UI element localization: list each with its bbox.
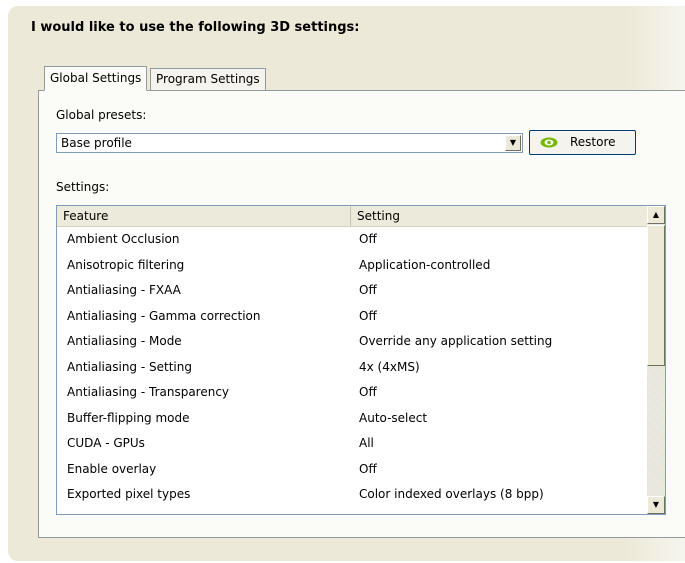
setting-cell: Application-controlled — [359, 257, 491, 272]
feature-cell: Antialiasing - FXAA — [67, 283, 181, 297]
list-header: Feature Setting — [57, 206, 647, 227]
global-presets-dropdown[interactable]: Base profile ▼ — [56, 133, 523, 153]
setting-cell: Off — [359, 385, 377, 399]
scroll-down-icon[interactable]: ▼ — [647, 496, 665, 514]
table-row[interactable]: Antialiasing - Setting 4x (4xMS) — [57, 355, 647, 380]
feature-cell: Enable overlay — [67, 461, 157, 476]
table-row[interactable]: Antialiasing - Mode Override any applica… — [57, 329, 647, 354]
setting-cell: Auto-select — [359, 410, 428, 425]
vertical-scrollbar[interactable]: ▲ ▼ — [647, 206, 665, 514]
tab-program-settings[interactable]: Program Settings — [150, 68, 266, 90]
restore-button-label: Restore — [570, 135, 616, 149]
setting-cell: Off — [359, 461, 377, 476]
tab-global-settings[interactable]: Global Settings — [44, 66, 148, 91]
feature-cell: Antialiasing - Setting — [67, 359, 192, 374]
table-row[interactable]: CUDA - GPUs All — [57, 431, 647, 456]
feature-cell: Antialiasing - Mode — [67, 334, 182, 348]
settings-list[interactable]: Feature Setting Ambient Occlusion Off An… — [56, 205, 666, 515]
restore-button[interactable]: Restore — [529, 130, 636, 155]
feature-cell: Ambient Occlusion — [67, 232, 180, 246]
page-title: I would like to use the following 3D set… — [31, 20, 360, 35]
column-header-setting[interactable]: Setting — [351, 206, 647, 226]
chevron-down-icon[interactable]: ▼ — [505, 135, 521, 151]
global-presets-label: Global presets: — [56, 108, 147, 122]
table-row[interactable]: Exported pixel types Color indexed overl… — [57, 482, 647, 507]
setting-cell: Off — [359, 308, 377, 323]
setting-cell: Color indexed overlays (8 bpp) — [359, 487, 544, 501]
scrollbar-thumb[interactable] — [647, 225, 665, 366]
setting-cell: Off — [359, 283, 377, 297]
table-row[interactable]: Buffer-flipping mode Auto-select — [57, 406, 647, 431]
table-row[interactable]: Enable overlay Off — [57, 457, 647, 482]
global-presets-value: Base profile — [61, 136, 132, 150]
table-row[interactable]: Anisotropic filtering Application-contro… — [57, 253, 647, 278]
table-row[interactable]: Antialiasing - Gamma correction Off — [57, 304, 647, 329]
feature-cell: Buffer-flipping mode — [67, 410, 190, 425]
column-header-feature[interactable]: Feature — [57, 206, 351, 226]
nvidia-eye-icon — [540, 137, 558, 148]
setting-cell: All — [359, 436, 374, 450]
feature-cell: CUDA - GPUs — [67, 436, 145, 450]
setting-cell: Off — [359, 232, 377, 246]
setting-cell: 4x (4xMS) — [359, 359, 420, 374]
settings-label: Settings: — [56, 180, 110, 194]
table-row[interactable]: Antialiasing - FXAA Off — [57, 278, 647, 303]
setting-cell: Override any application setting — [359, 334, 553, 348]
feature-cell: Exported pixel types — [67, 487, 191, 501]
table-row[interactable]: Antialiasing - Transparency Off — [57, 380, 647, 405]
scroll-up-icon[interactable]: ▲ — [647, 206, 665, 224]
feature-cell: Antialiasing - Transparency — [67, 385, 230, 399]
feature-cell: Antialiasing - Gamma correction — [67, 308, 261, 323]
feature-cell: Anisotropic filtering — [67, 257, 185, 272]
table-row[interactable]: Ambient Occlusion Off — [57, 227, 647, 252]
